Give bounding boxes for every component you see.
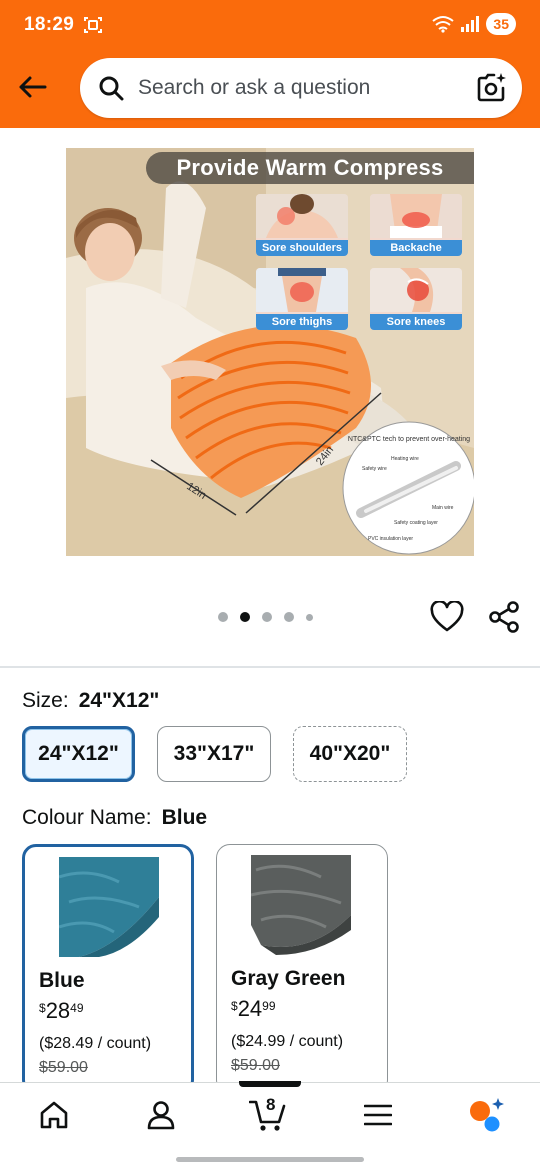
inset-label-safety-coating: Safety coating layer	[394, 520, 438, 526]
screen-record-icon	[84, 17, 102, 33]
colour-selected-value: Blue	[161, 806, 208, 829]
price: $2849	[39, 998, 84, 1024]
shoulders-photo	[256, 194, 348, 238]
price-currency: $	[39, 1001, 46, 1015]
search-input[interactable]: Search or ask a question	[138, 76, 370, 100]
inset-label-heating-wire: Heating wire	[391, 456, 419, 462]
nav-menu[interactable]	[358, 1097, 398, 1133]
camera-search-icon[interactable]	[476, 72, 508, 104]
size-option-label: 33"X17"	[173, 742, 255, 765]
colour-option-gray-green[interactable]: Gray Green $2499 ($24.99 / count) $59.00	[216, 844, 388, 1094]
carousel-dot[interactable]	[284, 612, 294, 622]
size-heading: Size: 24"X12"	[22, 689, 159, 713]
wishlist-heart-icon[interactable]	[430, 601, 464, 633]
price-currency: $	[231, 999, 238, 1013]
benefit-tile-knees: Sore knees	[370, 268, 462, 330]
benefit-label: Sore thighs	[256, 314, 348, 330]
size-option-40x20[interactable]: 40"X20"	[293, 726, 407, 782]
assistant-icon	[470, 1098, 504, 1132]
back-button[interactable]	[14, 70, 50, 104]
benefit-label: Backache	[370, 240, 462, 256]
size-option-24x12[interactable]: 24"X12"	[22, 726, 135, 782]
price-dollars: 28	[45, 998, 71, 1023]
price: $2499	[231, 996, 276, 1022]
size-selected-value: 24"X12"	[78, 689, 160, 712]
signal-icon	[461, 16, 480, 32]
cart-count-badge: 8	[266, 1095, 276, 1114]
hamburger-menu-icon	[364, 1104, 392, 1126]
search-bar[interactable]: Search or ask a question	[80, 58, 522, 118]
unit-price: ($24.99 / count)	[231, 1033, 344, 1050]
size-option-label: 40"X20"	[309, 742, 391, 765]
wifi-icon	[432, 16, 455, 33]
section-divider	[0, 666, 540, 668]
colour-option-blue[interactable]: Blue $2849 ($28.49 / count) $59.00	[22, 844, 194, 1094]
list-price: $59.00	[231, 1057, 280, 1074]
carousel-dot-active[interactable]	[240, 612, 250, 622]
person-icon	[147, 1101, 175, 1130]
inset-title: NTC&PTC tech to prevent over-heating	[348, 436, 470, 443]
carousel-dot[interactable]	[262, 612, 272, 622]
list-price: $59.00	[39, 1059, 88, 1076]
colour-name: Blue	[39, 969, 85, 992]
thighs-photo	[256, 268, 348, 312]
colour-name: Gray Green	[231, 967, 346, 990]
inset-label-safety-wire: Safety wire	[362, 466, 387, 472]
price-cents: 99	[262, 999, 276, 1013]
product-image[interactable]: 12in 24in NTC&PTC tech to prevent over-h…	[66, 148, 474, 556]
carousel-dot[interactable]	[306, 613, 313, 621]
home-icon	[40, 1101, 68, 1129]
unit-price: ($28.49 / count)	[39, 1035, 152, 1052]
active-tab-indicator	[239, 1081, 301, 1087]
inset-label-pvc-insulation: PVC insulation layer	[368, 536, 413, 542]
knees-photo	[370, 268, 462, 312]
size-option-label: 24"X12"	[38, 742, 119, 765]
gesture-home-bar[interactable]	[176, 1157, 364, 1162]
price-cents: 49	[70, 1001, 84, 1015]
blue-swatch-image	[59, 857, 159, 957]
search-icon	[99, 76, 124, 101]
carousel-dot[interactable]	[218, 612, 228, 622]
benefit-tile-backache: Backache	[370, 194, 462, 256]
status-time: 18:29	[24, 14, 75, 35]
arrow-left-icon	[19, 76, 47, 98]
benefit-label: Sore shoulders	[256, 240, 348, 256]
size-option-33x17[interactable]: 33"X17"	[157, 726, 271, 782]
image-caption: Provide Warm Compress	[146, 152, 474, 184]
nav-home[interactable]	[34, 1097, 74, 1133]
benefit-label: Sore knees	[370, 314, 462, 330]
price-dollars: 24	[237, 996, 263, 1021]
inset-label-main-wire: Main wire	[432, 505, 454, 511]
nav-cart[interactable]: 8	[248, 1095, 288, 1133]
colour-heading: Colour Name: Blue	[22, 806, 207, 830]
share-icon[interactable]	[487, 600, 521, 634]
benefit-tile-thighs: Sore thighs	[256, 268, 348, 330]
colour-label: Colour Name:	[22, 806, 152, 829]
app-header: 18:29 35 Search or ask a question	[0, 0, 540, 128]
status-bar: 18:29 35	[0, 0, 540, 50]
nav-account[interactable]	[141, 1097, 181, 1133]
battery-indicator: 35	[486, 13, 516, 35]
size-label: Size:	[22, 689, 69, 712]
nav-rufus-assistant[interactable]	[466, 1097, 506, 1133]
benefit-tile-shoulders: Sore shoulders	[256, 194, 348, 256]
backache-photo	[370, 194, 462, 238]
gray-green-swatch-image	[251, 855, 351, 955]
image-carousel-dots[interactable]	[218, 612, 313, 622]
